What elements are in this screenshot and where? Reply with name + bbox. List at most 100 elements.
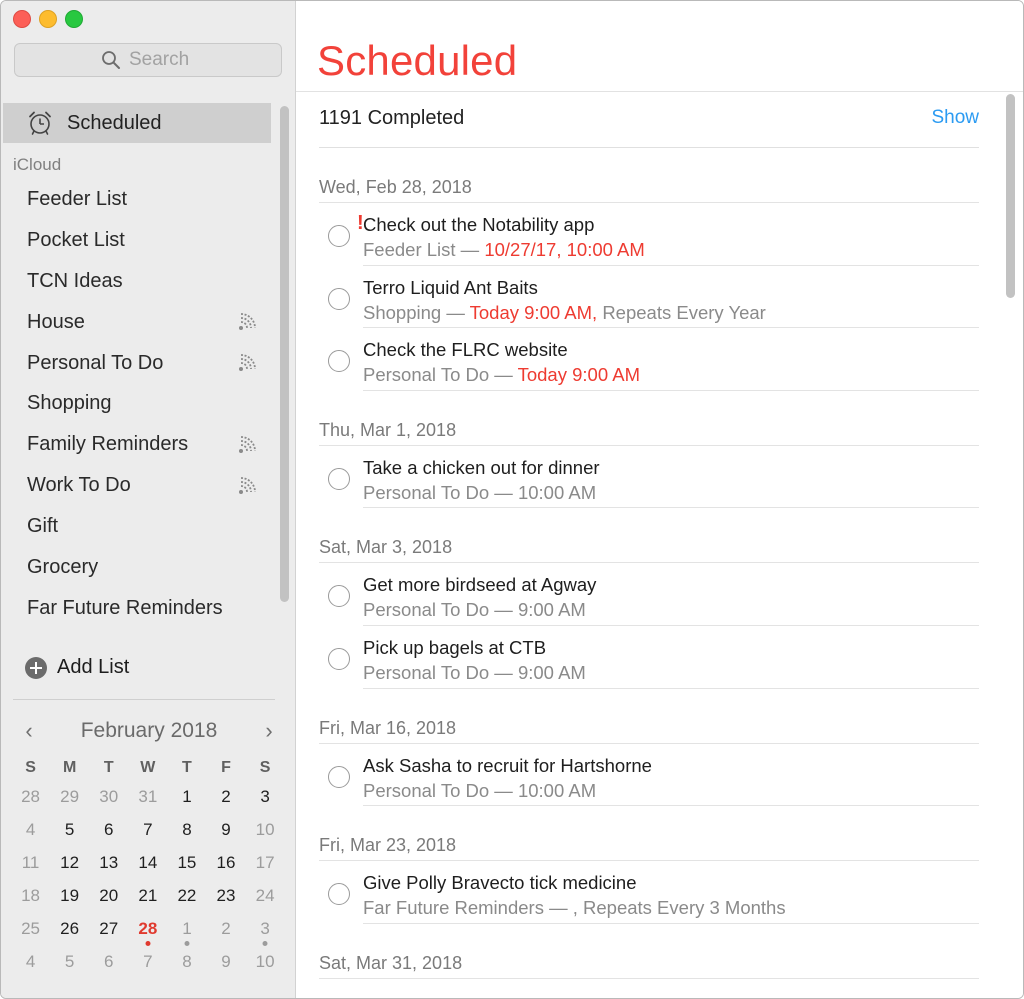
complete-checkbox[interactable] [328,350,350,373]
calendar-day[interactable]: 10 [246,948,285,981]
shared-broadcast-icon[interactable] [236,435,262,455]
calendar-day[interactable]: 8 [167,816,206,849]
calendar-day[interactable]: 10 [246,816,285,849]
calendar-day[interactable]: 29 [50,783,89,816]
calendar-day[interactable]: 13 [89,849,128,882]
previous-month-button[interactable]: ‹ [19,718,39,744]
sidebar-item-label: Scheduled [67,111,162,134]
calendar-day[interactable]: 24 [246,882,285,915]
calendar-day[interactable]: 8 [167,948,206,981]
main-scrollbar[interactable] [1006,94,1015,298]
calendar-day[interactable]: 25 [11,915,50,948]
sidebar-scrollbar[interactable] [280,106,289,602]
reminder-title[interactable]: Pick up bagels at CTB [363,635,979,660]
calendar-day[interactable]: 19 [50,882,89,915]
sidebar-list-item[interactable]: Feeder List [1,179,276,220]
complete-checkbox[interactable] [328,225,350,247]
reminder-title[interactable]: Check out the Notability app [363,212,979,237]
show-completed-button[interactable]: Show [931,107,979,130]
calendar-day[interactable]: 1 [167,915,206,948]
reminder-item[interactable]: Pick up bagels at CTB Personal To Do — 9:… [319,626,979,689]
calendar-day[interactable]: 6 [89,816,128,849]
calendar-day[interactable]: 5 [50,948,89,981]
sidebar-list-item[interactable]: Grocery [1,547,276,588]
calendar-day[interactable]: 14 [128,849,167,882]
zoom-window-button[interactable] [65,10,83,28]
calendar-day[interactable]: 26 [50,915,89,948]
calendar-day[interactable]: 2 [206,783,245,816]
reminder-title[interactable]: Take a chicken out for dinner [363,455,979,480]
calendar-day[interactable]: 9 [206,816,245,849]
calendar-day[interactable]: 28 [11,783,50,816]
calendar-day[interactable]: 5 [50,816,89,849]
calendar-day[interactable]: 21 [128,882,167,915]
calendar-day-number: 29 [60,787,80,806]
calendar-day[interactable]: 31 [128,783,167,816]
sidebar-list-item[interactable]: House [1,302,276,343]
reminder-title[interactable]: Check the FLRC website [363,337,979,362]
calendar-day-today[interactable]: 28 [128,915,167,948]
reminder-item[interactable]: ! Check out the Notability app Feeder List… [319,203,979,266]
complete-checkbox[interactable] [328,765,350,788]
calendar-day[interactable]: 15 [167,849,206,882]
complete-checkbox[interactable] [328,585,350,608]
calendar-day[interactable]: 6 [89,948,128,981]
add-list-button[interactable]: Add List [25,656,129,679]
shared-broadcast-icon[interactable] [236,476,262,496]
calendar-day[interactable]: 30 [89,783,128,816]
calendar-day[interactable]: 16 [206,849,245,882]
sidebar-item-scheduled[interactable]: Scheduled [3,103,271,143]
calendar-day[interactable]: 1 [167,783,206,816]
calendar-day[interactable]: 17 [246,849,285,882]
sidebar-list-name: TCN Ideas [27,269,123,292]
sidebar-list-item[interactable]: Pocket List [1,220,276,261]
calendar-day[interactable]: 9 [206,948,245,981]
close-window-button[interactable] [13,10,31,28]
complete-checkbox[interactable] [328,287,350,310]
reminder-title[interactable]: Ask Sasha to recruit for Hartshorne [363,753,979,778]
calendar-day[interactable]: 11 [11,849,50,882]
calendar-day[interactable]: 4 [11,948,50,981]
reminder-item[interactable]: Check the FLRC website Personal To Do — T… [319,328,979,391]
sidebar-list-item[interactable]: Personal To Do [1,343,276,384]
calendar-day[interactable]: 4 [11,816,50,849]
shared-broadcast-icon[interactable] [236,353,262,373]
calendar-day[interactable]: 18 [11,882,50,915]
reminder-item[interactable]: Terro Liquid Ant Baits Shopping — Today 9… [319,266,979,329]
date-section-header: Fri, Mar 23, 2018 [319,819,979,862]
calendar-day[interactable]: 7 [128,816,167,849]
calendar-day[interactable]: 23 [206,882,245,915]
complete-checkbox[interactable] [328,647,350,670]
search-input[interactable] [129,49,195,71]
checkbox-column [319,861,363,924]
next-month-button[interactable]: › [259,718,279,744]
sidebar-list-item[interactable]: Far Future Reminders [1,588,276,629]
calendar-day[interactable]: 27 [89,915,128,948]
reminder-title[interactable]: Give Polly Bravecto tick medicine [363,870,979,895]
reminder-item[interactable]: Take a chicken out for dinner Personal To… [319,446,979,509]
sidebar-list-item[interactable]: Gift [1,506,276,547]
shared-broadcast-icon[interactable] [236,312,262,332]
calendar-day[interactable]: 22 [167,882,206,915]
calendar-day[interactable]: 2 [206,915,245,948]
calendar-day[interactable]: 12 [50,849,89,882]
sidebar-list-item[interactable]: Work To Do [1,465,276,506]
reminder-item[interactable]: Give Polly Bravecto tick medicine Far Fut… [319,861,979,924]
complete-checkbox[interactable] [328,467,350,490]
calendar-day[interactable]: 3 [246,915,285,948]
reminder-title[interactable]: Terro Liquid Ant Baits [363,275,979,300]
calendar-day[interactable]: 3 [246,783,285,816]
sidebar-list-item[interactable]: Shopping [1,383,276,424]
calendar-day[interactable]: 7 [128,948,167,981]
sidebar-list-item[interactable]: TCN Ideas [1,261,276,302]
reminder-item[interactable]: Get more birdseed at Agway Personal To Do… [319,563,979,626]
minimize-window-button[interactable] [39,10,57,28]
sidebar-list-item[interactable]: Family Reminders [1,424,276,465]
plus-circle-icon [25,656,47,679]
search-field[interactable] [14,43,282,77]
reminder-item[interactable]: Ask Sasha to recruit for Hartshorne Perso… [319,744,979,807]
calendar-day[interactable]: 20 [89,882,128,915]
reminder-title[interactable]: Get more birdseed at Agway [363,572,979,597]
complete-checkbox[interactable] [328,883,350,906]
checkbox-column [319,446,363,509]
